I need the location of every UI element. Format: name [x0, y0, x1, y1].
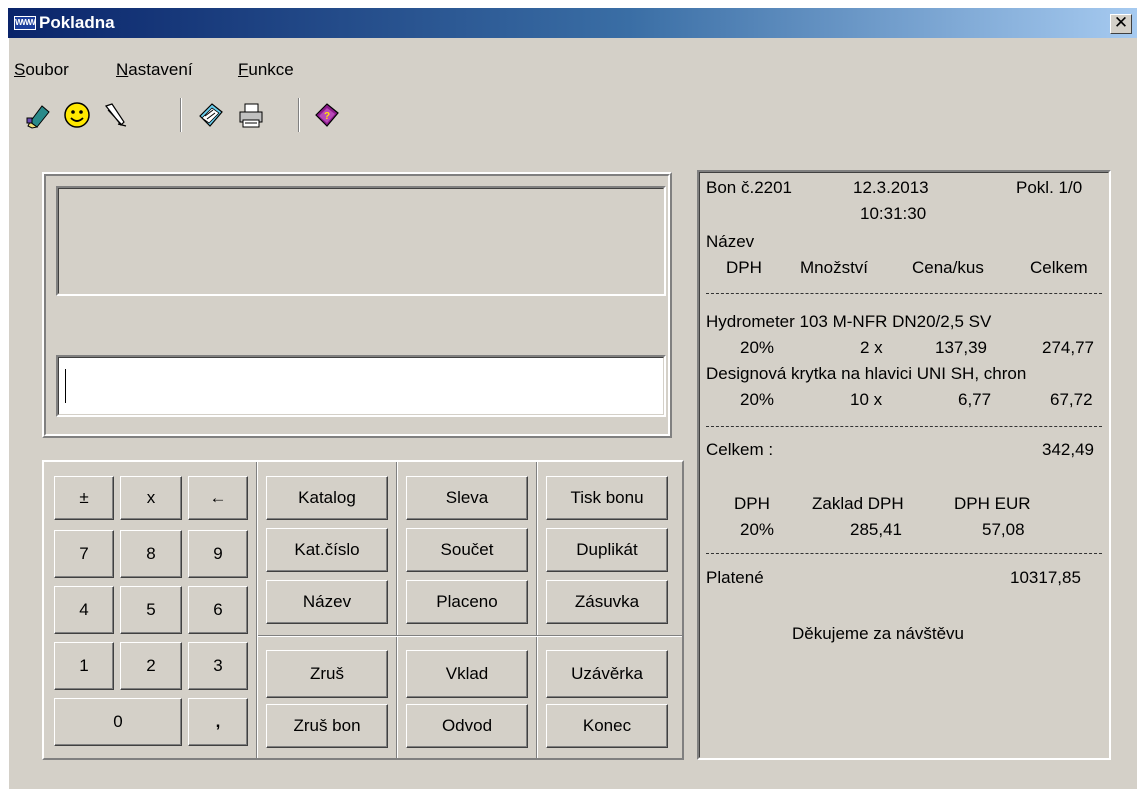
vat-base: 285,41: [850, 520, 902, 539]
odvod-button[interactable]: Odvod: [406, 704, 528, 748]
zrus-bon-button[interactable]: Zruš bon: [266, 704, 388, 748]
menu-funkce-label: unkce: [248, 60, 294, 79]
toolbar-separator: [298, 98, 300, 132]
receipt-header-vat: DPH: [726, 258, 762, 277]
uzaverka-button[interactable]: Uzávěrka: [546, 650, 668, 698]
key-4[interactable]: 4: [54, 586, 114, 634]
vat-header-rate: DPH: [734, 494, 770, 513]
notebook-icon[interactable]: [196, 100, 226, 130]
key-5[interactable]: 5: [120, 586, 182, 634]
receipt-separator: [706, 293, 1102, 294]
katalog-button[interactable]: Katalog: [266, 476, 388, 520]
key-multiply[interactable]: x: [120, 476, 182, 520]
key-2[interactable]: 2: [120, 642, 182, 690]
window-title: Pokladna: [39, 13, 115, 32]
key-9[interactable]: 9: [188, 530, 248, 578]
key-0[interactable]: 0: [54, 698, 182, 746]
vat-amount: 57,08: [982, 520, 1025, 539]
receipt-item-name: Designová krytka na hlavici UNI SH, chro…: [706, 364, 1027, 383]
zasuvka-button[interactable]: Zásuvka: [546, 580, 668, 624]
menu-funkce[interactable]: Funkce: [238, 60, 294, 80]
pencil-eraser-icon[interactable]: [24, 100, 54, 130]
receipt-register: Pokl. 1/0: [1016, 178, 1083, 197]
menu-nastaveni[interactable]: Nastavení: [116, 60, 193, 80]
key-plus-minus[interactable]: ±: [54, 476, 114, 520]
key-7[interactable]: 7: [54, 530, 114, 578]
vat-rate: 20%: [740, 520, 775, 539]
receipt-header-name: Název: [706, 232, 755, 251]
kat-cislo-button[interactable]: Kat.číslo: [266, 528, 388, 572]
receipt-item-price: 6,77: [958, 390, 992, 409]
vklad-button[interactable]: Vklad: [406, 650, 528, 698]
receipt-item-qty: 2 x: [860, 338, 883, 357]
keypad-divider: [256, 462, 258, 758]
menu-funkce-accel: F: [238, 60, 249, 79]
entry-input[interactable]: [58, 357, 664, 415]
receipt-item-total: 67,72: [1050, 390, 1093, 409]
text-caret: [65, 369, 66, 403]
receipt-header-qty: Množství: [800, 258, 869, 277]
key-3[interactable]: 3: [188, 642, 248, 690]
receipt-separator: [706, 426, 1102, 427]
receipt-date: 12.3.2013: [853, 178, 929, 197]
close-button[interactable]: ✕: [1110, 14, 1132, 34]
tisk-bonu-button[interactable]: Tisk bonu: [546, 476, 668, 520]
svg-text:?: ?: [324, 111, 330, 122]
menu-nastaveni-label: astavení: [128, 60, 193, 79]
soucet-button[interactable]: Součet: [406, 528, 528, 572]
paid-value: 10317,85: [1010, 568, 1081, 587]
key-6[interactable]: 6: [188, 586, 248, 634]
receipt-item-total: 274,77: [1042, 338, 1094, 357]
item-display: [56, 186, 666, 296]
vat-header-base: Zaklad DPH: [812, 494, 904, 513]
receipt-header-price: Cena/kus: [912, 258, 984, 277]
menu-soubor-accel: S: [14, 60, 26, 79]
menu-nastaveni-accel: N: [116, 60, 129, 79]
receipt-sum-label: Celkem :: [706, 440, 774, 459]
receipt-separator: [706, 553, 1102, 554]
key-decimal-comma[interactable]: ,: [188, 698, 248, 746]
thanks-message: Děkujeme za návštěvu: [792, 624, 964, 643]
receipt-item-name: Hydrometer 103 M-NFR DN20/2,5 SV: [706, 312, 992, 331]
receipt-sum-value: 342,49: [1042, 440, 1094, 459]
receipt-item-price: 137,39: [935, 338, 987, 357]
duplikat-button[interactable]: Duplikát: [546, 528, 668, 572]
pen-edit-icon[interactable]: [100, 100, 130, 130]
app-icon: WWW: [14, 16, 36, 30]
key-8[interactable]: 8: [120, 530, 182, 578]
konec-button[interactable]: Konec: [546, 704, 668, 748]
printer-icon[interactable]: [236, 100, 266, 130]
receipt-item-vat: 20%: [740, 390, 775, 409]
key-backspace[interactable]: ←: [188, 476, 248, 520]
paid-label: Platené: [706, 568, 764, 587]
entry-field-frame[interactable]: [56, 355, 666, 417]
receipt-item-qty: 10 x: [850, 390, 883, 409]
smiley-icon[interactable]: [62, 100, 92, 130]
keypad-divider: [536, 462, 538, 758]
keypad-divider: [258, 635, 682, 637]
nazev-button[interactable]: Název: [266, 580, 388, 624]
receipt-number: Bon č.2201: [706, 178, 793, 197]
key-1[interactable]: 1: [54, 642, 114, 690]
vat-header-amount: DPH EUR: [954, 494, 1031, 513]
help-book-icon[interactable]: ?: [312, 100, 342, 130]
receipt-time: 10:31:30: [860, 204, 927, 223]
receipt-item-vat: 20%: [740, 338, 775, 357]
keypad-divider: [396, 462, 398, 758]
toolbar-separator: [180, 98, 182, 132]
title-bar[interactable]: WWW Pokladna ✕: [8, 8, 1137, 38]
placeno-button[interactable]: Placeno: [406, 580, 528, 624]
zrus-button[interactable]: Zruš: [266, 650, 388, 698]
receipt-header-total: Celkem: [1030, 258, 1088, 277]
menu-soubor[interactable]: Soubor: [14, 60, 69, 80]
sleva-button[interactable]: Sleva: [406, 476, 528, 520]
menu-soubor-label: oubor: [25, 60, 69, 79]
